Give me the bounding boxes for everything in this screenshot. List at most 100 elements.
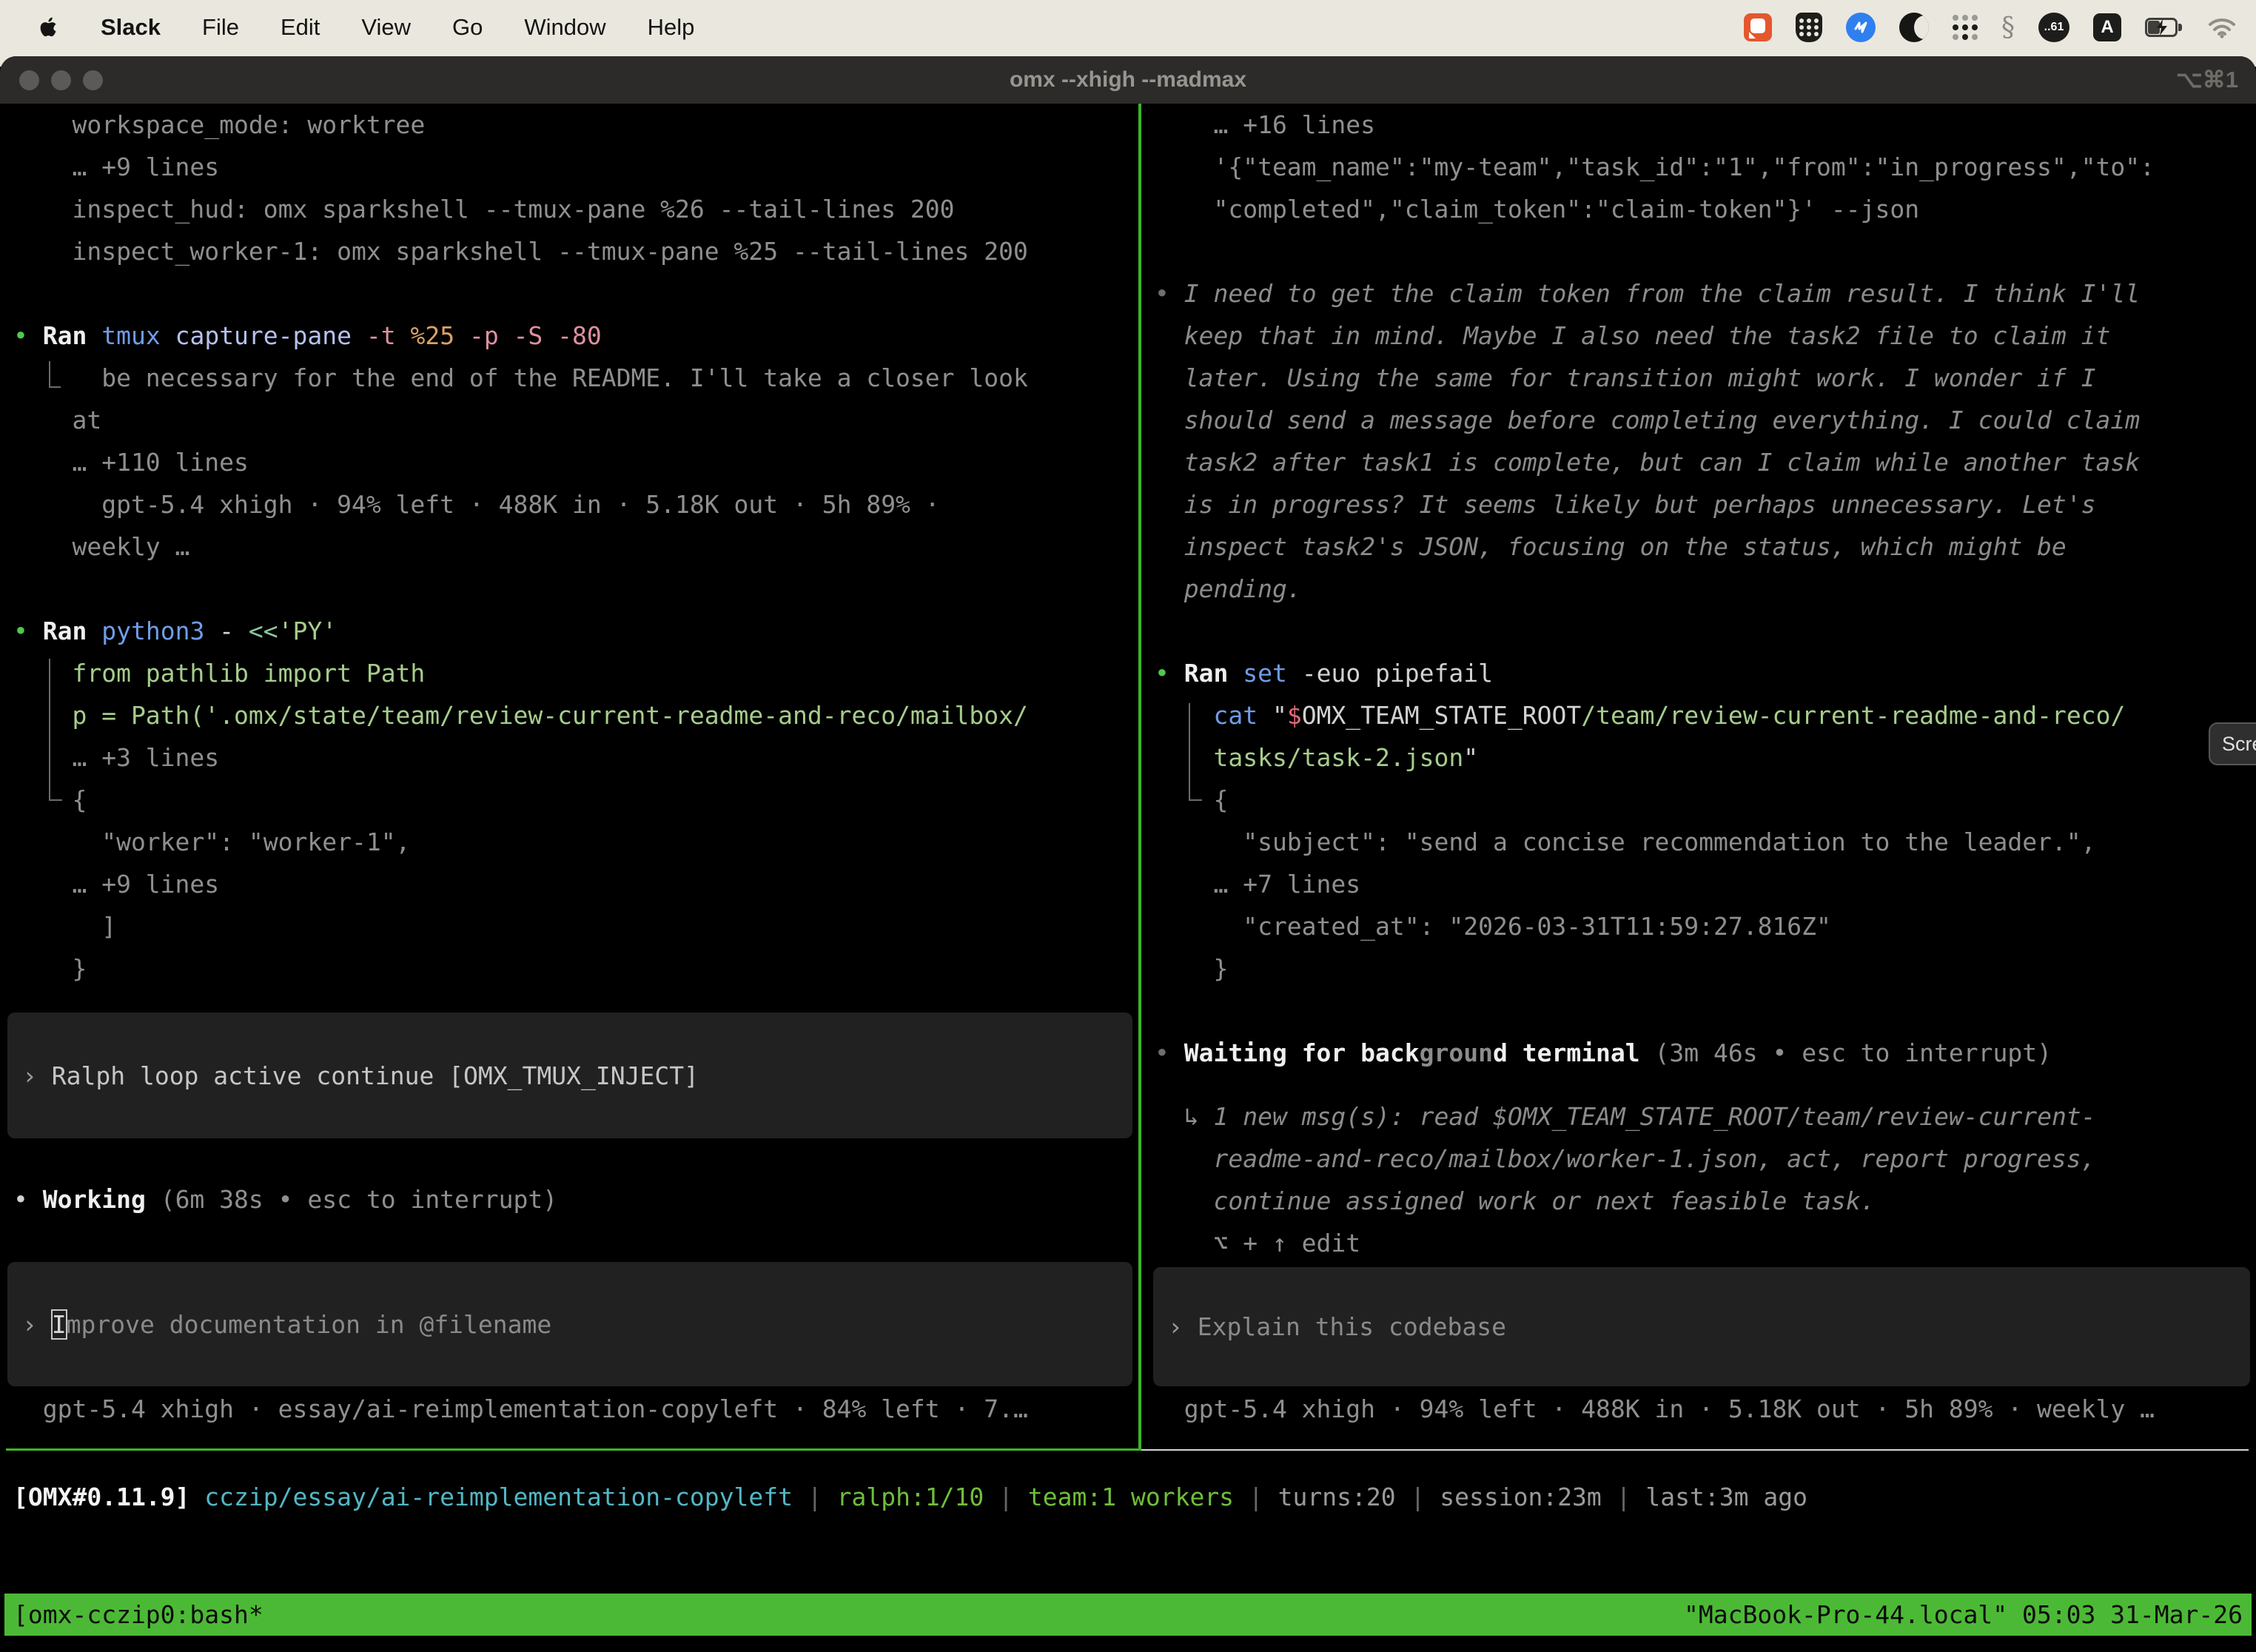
output-connector (1189, 703, 1202, 801)
text-segment: be necessary for the end of the README. … (13, 363, 1028, 392)
text-segment: cat (1155, 701, 1272, 730)
working-status: • Working (6m 38s • esc to interrupt) (0, 1178, 1138, 1220)
screen: Slack File Edit View Go Window Help § ..61 A (0, 0, 2256, 1652)
text-segment: inspect_hud: omx sparkshell --tmux-pane … (13, 195, 955, 224)
text-segment: I need to get the claim token from the c… (1184, 279, 2140, 308)
text-segment: %25 (396, 321, 454, 350)
text-segment: is in progress? It seems likely but perh… (1155, 490, 2096, 519)
text-segment: ralph:1/10 (837, 1483, 984, 1511)
text-segment: … +9 lines (13, 870, 219, 899)
text-segment: gpt-5.4 xhigh · 94% left · 488K in · 5.1… (13, 490, 940, 519)
shield-icon[interactable] (1796, 13, 1822, 42)
terminal-row: tasks/task-2.json" (1141, 736, 2256, 779)
omx-status-line: [OMX#0.11.9] cczip/essay/ai-reimplementa… (0, 1476, 2256, 1518)
pane-left[interactable]: workspace_mode: worktree … +9 lines insp… (0, 104, 1138, 1451)
menu-app-name[interactable]: Slack (101, 14, 161, 41)
text-segment: set (1243, 659, 1287, 688)
text-segment: inspect_worker-1: omx sparkshell --tmux-… (13, 237, 1028, 266)
terminal-row (0, 568, 1138, 610)
text-segment: - (204, 617, 249, 645)
pane-right[interactable]: … +16 lines '{"team_name":"my-team","tas… (1141, 104, 2256, 1451)
text-segment: session:23m (1440, 1483, 1602, 1511)
terminal-row: gpt-5.4 xhigh · essay/ai-reimplementatio… (0, 1388, 1138, 1430)
text-segment: } (1155, 954, 1228, 983)
text-segment: "worker": "worker-1", (13, 827, 410, 856)
menu-item-view[interactable]: View (361, 14, 411, 41)
menu-item-file[interactable]: File (202, 14, 239, 41)
text-segment: 1 new msg(s): read $OMX_TEAM_STATE_ROOT/… (1213, 1102, 2095, 1131)
text-segment: … +9 lines (13, 152, 219, 181)
mailbox-notice: ↳ 1 new msg(s): read $OMX_TEAM_STATE_ROO… (1141, 1095, 2256, 1264)
terminal-row: • Working (6m 38s • esc to interrupt) (0, 1178, 1138, 1220)
text-segment: … +3 lines (13, 743, 219, 772)
loop-input-box[interactable]: › Ralph loop active continue [OMX_TMUX_I… (7, 1013, 1132, 1138)
squiggle-icon[interactable]: § (2001, 13, 2015, 43)
terminal-row: gpt-5.4 xhigh · 94% left · 488K in · 5.1… (1141, 1388, 2256, 1430)
text-segment: inspect task2's JSON, focusing on the st… (1155, 532, 2067, 561)
terminal-row: inspect_worker-1: omx sparkshell --tmux-… (0, 230, 1138, 272)
terminal-row: [OMX#0.11.9] cczip/essay/ai-reimplementa… (0, 1476, 2256, 1518)
chat-app-icon[interactable] (1744, 13, 1772, 41)
crescent-icon[interactable] (1899, 13, 1929, 42)
text-segment: "subject": "send a concise recommendatio… (1155, 827, 2096, 856)
terminal-row: readme-and-reco/mailbox/worker-1.json, a… (1141, 1138, 2256, 1180)
text-segment: • (13, 321, 43, 350)
wifi-icon[interactable] (2207, 16, 2237, 38)
terminal-row: … +16 lines (1141, 104, 2256, 146)
menu-item-go[interactable]: Go (452, 14, 483, 41)
composer-placeholder: mprove documentation in @filename (67, 1310, 552, 1339)
terminal-row: • I need to get the claim token from the… (1141, 272, 2256, 315)
left-session-status: gpt-5.4 xhigh · essay/ai-reimplementatio… (0, 1388, 1138, 1430)
text-segment: later. Using the same for transition mig… (1155, 363, 2096, 392)
percent-badge-icon[interactable]: ..61 (2038, 13, 2069, 42)
dots-grid-icon[interactable] (1953, 15, 1978, 40)
output-connector (49, 659, 62, 801)
terminal-row: keep that in mind. Maybe I also need the… (1141, 315, 2256, 357)
terminal-window: omx --xhigh --madmax ⌥⌘1 workspace_mode:… (0, 56, 2256, 1652)
text-segment: /team/review-current-readme-and-reco/ (1581, 701, 2125, 730)
terminal-row: … +9 lines (0, 863, 1138, 905)
terminal-row: { (0, 779, 1138, 821)
text-segment: capture-pane (161, 321, 352, 350)
text-segment: … +7 lines (1155, 870, 1360, 899)
loop-input-text: Ralph loop active continue [OMX_TMUX_INJ… (52, 1061, 699, 1090)
text-segment: Working (43, 1185, 146, 1214)
terminal-row: gpt-5.4 xhigh · 94% left · 488K in · 5.1… (0, 483, 1138, 526)
text-segment: cczip/essay/ai-reimplementation-copyleft (204, 1483, 793, 1511)
blue-badge-icon[interactable] (1846, 13, 1876, 42)
terminal-row: "created_at": "2026-03-31T11:59:27.816Z" (1141, 905, 2256, 947)
composer-input-box[interactable]: › Explain this codebase (1153, 1267, 2250, 1386)
terminal-row: inspect_hud: omx sparkshell --tmux-pane … (0, 188, 1138, 230)
terminal-row: • Ran python3 - <<'PY' (0, 610, 1138, 652)
terminal-row: is in progress? It seems likely but perh… (1141, 483, 2256, 526)
terminal-content: workspace_mode: worktree … +9 lines insp… (0, 104, 2256, 1652)
terminal-row: from pathlib import Path (0, 652, 1138, 694)
menu-item-help[interactable]: Help (648, 14, 695, 41)
keyboard-a-icon[interactable]: A (2093, 13, 2121, 41)
terminal-row: "subject": "send a concise recommendatio… (1141, 821, 2256, 863)
terminal-row: ⌥ + ↑ edit (1141, 1222, 2256, 1264)
text-segment: weekly … (13, 532, 189, 561)
window-titlebar[interactable]: omx --xhigh --madmax ⌥⌘1 (0, 56, 2256, 104)
menu-item-window[interactable]: Window (524, 14, 605, 41)
terminal-row: should send a message before completing … (1141, 399, 2256, 441)
menu-left: Slack File Edit View Go Window Help (0, 14, 694, 41)
text-segment: (6m 38s • esc to interrupt) (146, 1185, 557, 1214)
composer-input-box[interactable]: › Improve documentation in @filename (7, 1262, 1132, 1386)
left-rows: workspace_mode: worktree … +9 lines insp… (0, 104, 1138, 990)
apple-icon[interactable] (40, 16, 59, 39)
text-segment: keep that in mind. Maybe I also need the… (1155, 321, 2110, 350)
menu-item-edit[interactable]: Edit (281, 14, 320, 41)
text-segment: readme-and-reco/mailbox/worker-1.json, a… (1155, 1144, 2096, 1173)
terminal-row (1141, 230, 2256, 272)
inactive-pane-border (1141, 1449, 2249, 1451)
text-segment: at (13, 406, 101, 434)
output-connector (49, 361, 61, 388)
terminal-row: inspect task2's JSON, focusing on the st… (1141, 526, 2256, 568)
text-segment: continue assigned work or next feasible … (1155, 1186, 1876, 1215)
battery-charging-icon[interactable] (2145, 18, 2183, 37)
text-segment: from pathlib import Path (13, 659, 425, 688)
text-segment: • (1155, 659, 1184, 688)
text-segment: Waiting for back (1184, 1038, 1420, 1067)
prompt-icon: › (22, 1061, 52, 1090)
